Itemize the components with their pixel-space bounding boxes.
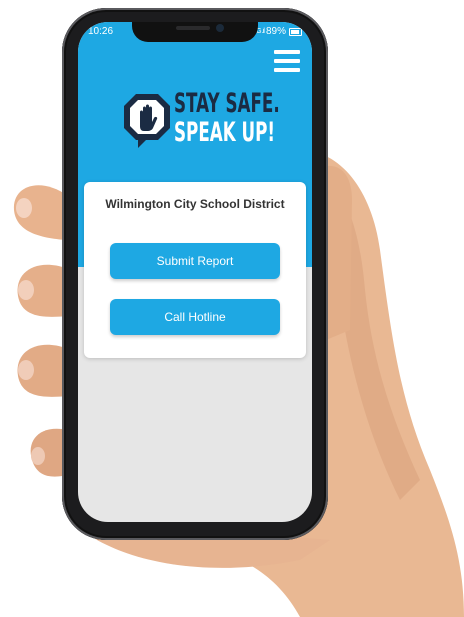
- menu-bar: [274, 50, 300, 54]
- logo-wordmark: STAY SAFE. SPEAK UP!: [174, 88, 280, 148]
- battery-icon: [289, 27, 302, 36]
- battery-percent: 89%: [265, 26, 286, 37]
- status-indicators: 4G .ıl 89%: [253, 26, 302, 37]
- menu-bar: [274, 68, 300, 72]
- submit-report-button[interactable]: Submit Report: [110, 243, 280, 279]
- logo-line-2: SPEAK UP!: [174, 117, 276, 148]
- stop-hand-speech-bubble-icon: [124, 94, 170, 148]
- logo-line-1: STAY SAFE.: [174, 88, 280, 119]
- district-card: Wilmington City School District Submit R…: [84, 182, 306, 358]
- phone-screen: 10:26 4G .ıl 89% STAY SAFE. SPEAK UP! Wi…: [78, 22, 312, 522]
- speaker-grille: [176, 26, 210, 30]
- hamburger-menu-icon[interactable]: [274, 50, 300, 72]
- status-time: 10:26: [88, 26, 114, 37]
- camera-lens: [216, 24, 224, 32]
- phone-notch: [132, 22, 258, 42]
- call-hotline-button[interactable]: Call Hotline: [110, 299, 280, 335]
- menu-bar: [274, 59, 300, 63]
- app-logo: STAY SAFE. SPEAK UP!: [122, 88, 280, 154]
- district-name: Wilmington City School District: [105, 197, 285, 211]
